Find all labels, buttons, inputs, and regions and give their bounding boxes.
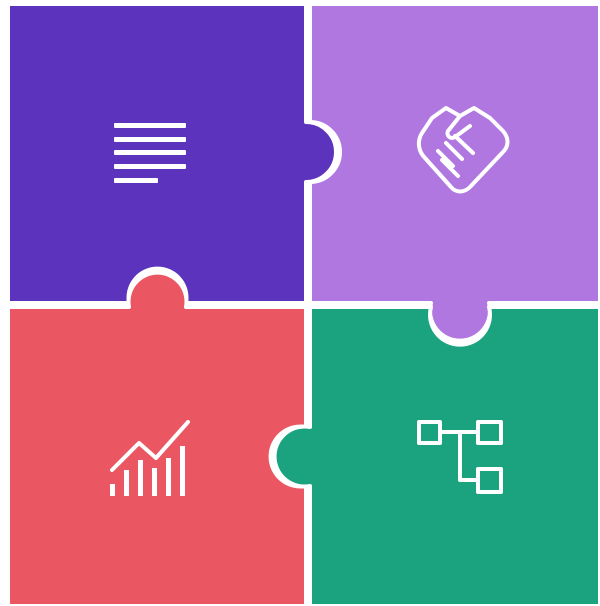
puzzle-piece-structure [272, 305, 600, 606]
puzzle-piece-partnership [308, 2, 600, 343]
piece-shape-growth [6, 270, 308, 606]
puzzle-graphic [6, 2, 600, 606]
puzzle-piece-document [6, 2, 338, 305]
puzzle-piece-growth [6, 270, 308, 606]
piece-shape-structure [272, 305, 600, 606]
